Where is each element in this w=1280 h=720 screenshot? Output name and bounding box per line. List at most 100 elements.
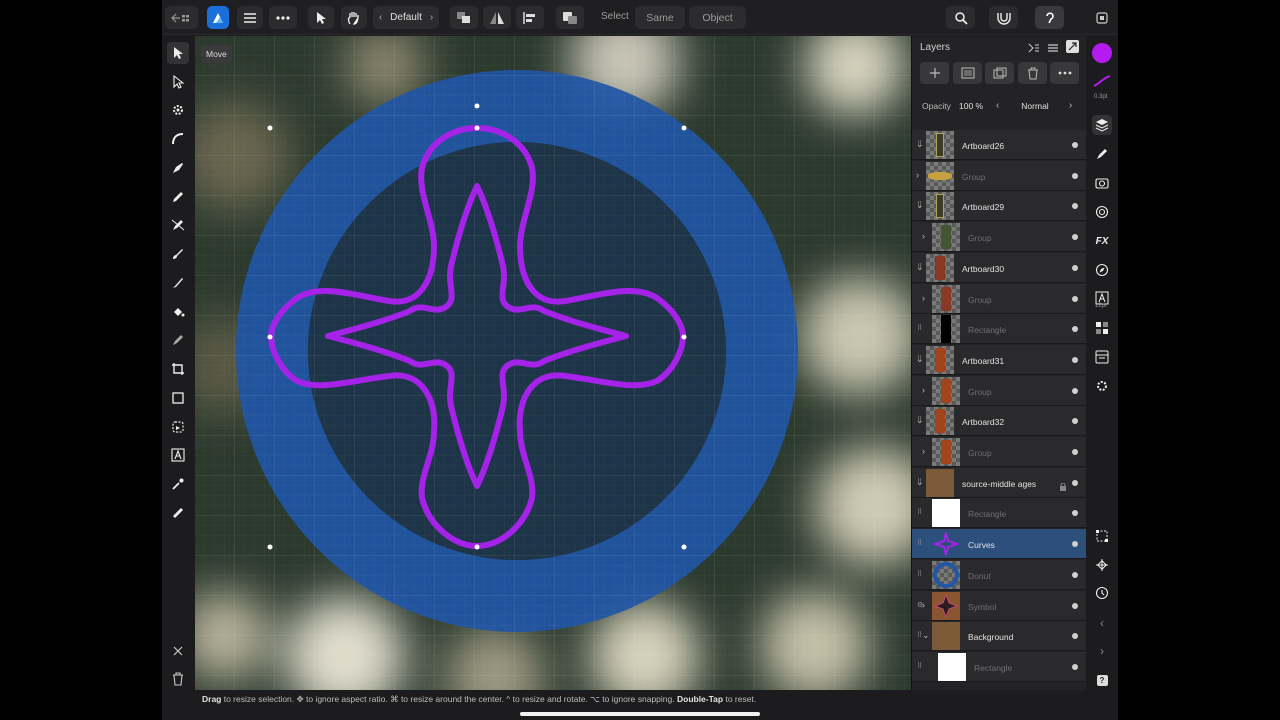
chevron-right-icon[interactable]: › — [922, 446, 925, 456]
snapping-button[interactable] — [989, 6, 1018, 29]
layer-row[interactable]: ⠿ ⌄ Artboard26 — [912, 130, 1087, 160]
appearance-studio-button[interactable] — [1092, 202, 1112, 222]
snapping-studio-button[interactable] — [1092, 555, 1112, 575]
visibility-toggle[interactable] — [1072, 264, 1078, 271]
history-studio-button[interactable] — [1092, 376, 1112, 396]
more-button[interactable] — [269, 6, 297, 29]
lock-icon[interactable] — [1060, 478, 1066, 491]
layer-row[interactable]: › Group — [912, 222, 1087, 253]
chevron-down-icon[interactable]: ⌄ — [916, 477, 924, 488]
drag-handle-icon[interactable]: ⠿ — [917, 570, 922, 578]
pen-tool[interactable] — [167, 157, 189, 179]
duplicate-layer-button[interactable] — [985, 62, 1014, 84]
delete-tool-button[interactable] — [167, 668, 189, 690]
chevron-right-icon[interactable]: › — [922, 385, 925, 395]
rectangle-tool[interactable] — [167, 387, 189, 409]
zoom-button[interactable] — [946, 6, 975, 29]
visibility-toggle[interactable] — [1072, 387, 1078, 394]
stroke-swatch[interactable] — [1092, 71, 1112, 91]
visibility-toggle[interactable] — [1072, 418, 1078, 425]
color-picker-tool[interactable] — [167, 473, 189, 495]
layer-row[interactable]: ⚙ › Symbol — [912, 590, 1087, 621]
brushes-studio-button[interactable] — [1092, 144, 1112, 164]
layer-row[interactable]: › Group — [912, 160, 1087, 191]
chevron-right-icon[interactable]: › — [922, 293, 925, 303]
layer-options-button[interactable] — [1050, 62, 1079, 84]
chevron-right-icon[interactable]: › — [922, 231, 925, 241]
layer-row[interactable]: › Group — [912, 437, 1087, 467]
fill-bucket-tool[interactable] — [167, 301, 189, 323]
chevron-down-icon[interactable]: ⌄ — [916, 200, 924, 211]
document-canvas[interactable] — [195, 36, 911, 690]
blend-next-icon[interactable]: › — [1069, 100, 1072, 111]
collapse-left-button[interactable]: ‹ — [1092, 613, 1112, 633]
fill-color-swatch[interactable] — [1092, 43, 1112, 63]
visibility-toggle[interactable] — [1072, 172, 1078, 179]
pencil-tool[interactable] — [167, 186, 189, 208]
flip-button[interactable] — [483, 6, 511, 29]
chevron-down-icon[interactable]: ⌄ — [916, 139, 924, 150]
visibility-toggle[interactable] — [1072, 295, 1078, 302]
symbols-studio-button[interactable] — [1092, 318, 1112, 338]
layer-row[interactable]: ⠿ Donut — [912, 559, 1087, 590]
crop-tool[interactable] — [167, 358, 189, 380]
chevron-right-icon[interactable]: › — [922, 600, 925, 610]
designer-app-icon[interactable] — [207, 6, 229, 29]
visibility-toggle[interactable] — [1072, 203, 1078, 210]
visibility-toggle[interactable] — [1072, 633, 1078, 640]
help-button[interactable] — [1035, 6, 1064, 29]
select-object-button[interactable]: Object — [689, 6, 746, 29]
layer-row[interactable]: ⠿ Curves — [912, 529, 1087, 560]
select-same-button[interactable]: Same — [635, 6, 685, 29]
chevron-down-icon[interactable]: ⌄ — [916, 354, 924, 365]
layer-row[interactable]: ⠿ Rectangle — [912, 498, 1087, 529]
measure-tool[interactable] — [167, 502, 189, 524]
panel-menu-button[interactable] — [1045, 40, 1061, 56]
persona-selector[interactable]: ‹ Default › — [373, 6, 439, 29]
expand-panel-button[interactable] — [1066, 40, 1079, 53]
chevron-down-icon[interactable]: ⌄ — [922, 630, 930, 641]
visibility-toggle[interactable] — [1072, 602, 1078, 609]
chevron-down-icon[interactable]: ⌄ — [916, 262, 924, 273]
visibility-toggle[interactable] — [1072, 142, 1078, 148]
visibility-toggle[interactable] — [1072, 571, 1078, 578]
opacity-value[interactable]: 100 % — [959, 101, 983, 111]
fx-studio-button[interactable]: FX — [1092, 231, 1112, 251]
export-button[interactable] — [1093, 6, 1111, 29]
visibility-toggle[interactable] — [1072, 326, 1078, 333]
drag-handle-icon[interactable]: ⠿ — [917, 662, 922, 670]
layer-row[interactable]: ⠿ ⌄ Artboard30 — [912, 252, 1087, 283]
back-to-documents-button[interactable] — [165, 6, 198, 29]
fill-tool[interactable] — [167, 243, 189, 265]
visibility-toggle[interactable] — [1072, 356, 1078, 363]
text-tool[interactable] — [167, 444, 189, 466]
drag-handle-icon[interactable]: ⠿ — [917, 539, 922, 547]
boolean-ops-button[interactable] — [556, 6, 584, 29]
delete-layer-button[interactable] — [1018, 62, 1047, 84]
add-layer-button[interactable] — [920, 62, 949, 84]
close-tool-button[interactable] — [167, 640, 189, 662]
home-indicator[interactable] — [520, 712, 760, 716]
layer-row[interactable]: ⠿ ⌄ source-middle ages — [912, 467, 1087, 498]
point-transform-tool[interactable] — [167, 128, 189, 150]
move-tool-button[interactable] — [308, 6, 334, 29]
stock-studio-button[interactable] — [1092, 173, 1112, 193]
node-tool[interactable] — [167, 71, 189, 93]
layers-studio-button[interactable] — [1092, 115, 1112, 135]
layer-row[interactable]: › Group — [912, 283, 1087, 314]
paint-brush-tool[interactable] — [167, 272, 189, 294]
menu-button[interactable] — [237, 6, 263, 29]
arrange-button[interactable] — [450, 6, 478, 29]
layer-row[interactable]: ⠿ ⌄ Artboard29 — [912, 191, 1087, 222]
drag-handle-icon[interactable]: ⠿ — [917, 508, 922, 516]
help-studio-button[interactable]: ? — [1092, 670, 1112, 690]
transparency-tool[interactable] — [167, 329, 189, 351]
visibility-toggle[interactable] — [1072, 449, 1078, 455]
visibility-toggle[interactable] — [1072, 541, 1078, 548]
transform-studio-button[interactable] — [1092, 526, 1112, 546]
navigator-studio-button[interactable] — [1092, 260, 1112, 280]
visibility-toggle[interactable] — [1072, 479, 1078, 486]
blend-mode-select[interactable]: Normal — [989, 97, 1081, 115]
transform-hand-button[interactable] — [341, 6, 367, 29]
chevron-down-icon[interactable]: ⌄ — [916, 415, 924, 426]
